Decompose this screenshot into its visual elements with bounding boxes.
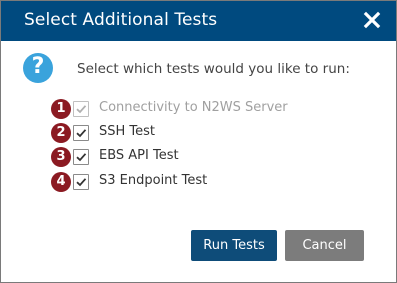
dialog-prompt: Select which tests would you like to run… bbox=[77, 61, 350, 77]
s3-endpoint-test-checkbox[interactable] bbox=[73, 174, 89, 190]
test-row-ebs-api: 3 EBS API Test bbox=[51, 146, 351, 167]
step-number-badge: 4 bbox=[51, 172, 71, 192]
test-row-connectivity: 1 Connectivity to N2WS Server bbox=[51, 98, 351, 119]
test-row-s3-endpoint: 4 S3 Endpoint Test bbox=[51, 171, 351, 192]
run-tests-button[interactable]: Run Tests bbox=[191, 230, 277, 261]
step-number-badge: 2 bbox=[51, 123, 71, 143]
close-icon[interactable] bbox=[362, 8, 382, 32]
connectivity-checkbox bbox=[73, 101, 89, 117]
test-row-ssh: 2 SSH Test bbox=[51, 122, 351, 143]
test-label-ebs-api[interactable]: EBS API Test bbox=[99, 148, 179, 163]
test-label-connectivity: Connectivity to N2WS Server bbox=[99, 100, 288, 115]
ebs-api-test-checkbox[interactable] bbox=[73, 149, 89, 165]
ssh-test-checkbox[interactable] bbox=[73, 125, 89, 141]
dialog-title: Select Additional Tests bbox=[24, 10, 218, 30]
select-tests-dialog: Select Additional Tests ? Select which t… bbox=[0, 0, 397, 283]
step-number-badge: 1 bbox=[51, 99, 71, 119]
step-number-badge: 3 bbox=[51, 147, 71, 167]
cancel-button[interactable]: Cancel bbox=[285, 230, 364, 261]
question-icon: ? bbox=[23, 53, 53, 83]
test-label-ssh[interactable]: SSH Test bbox=[99, 124, 155, 139]
test-label-s3-endpoint[interactable]: S3 Endpoint Test bbox=[99, 173, 207, 188]
dialog-titlebar: Select Additional Tests bbox=[1, 1, 396, 41]
